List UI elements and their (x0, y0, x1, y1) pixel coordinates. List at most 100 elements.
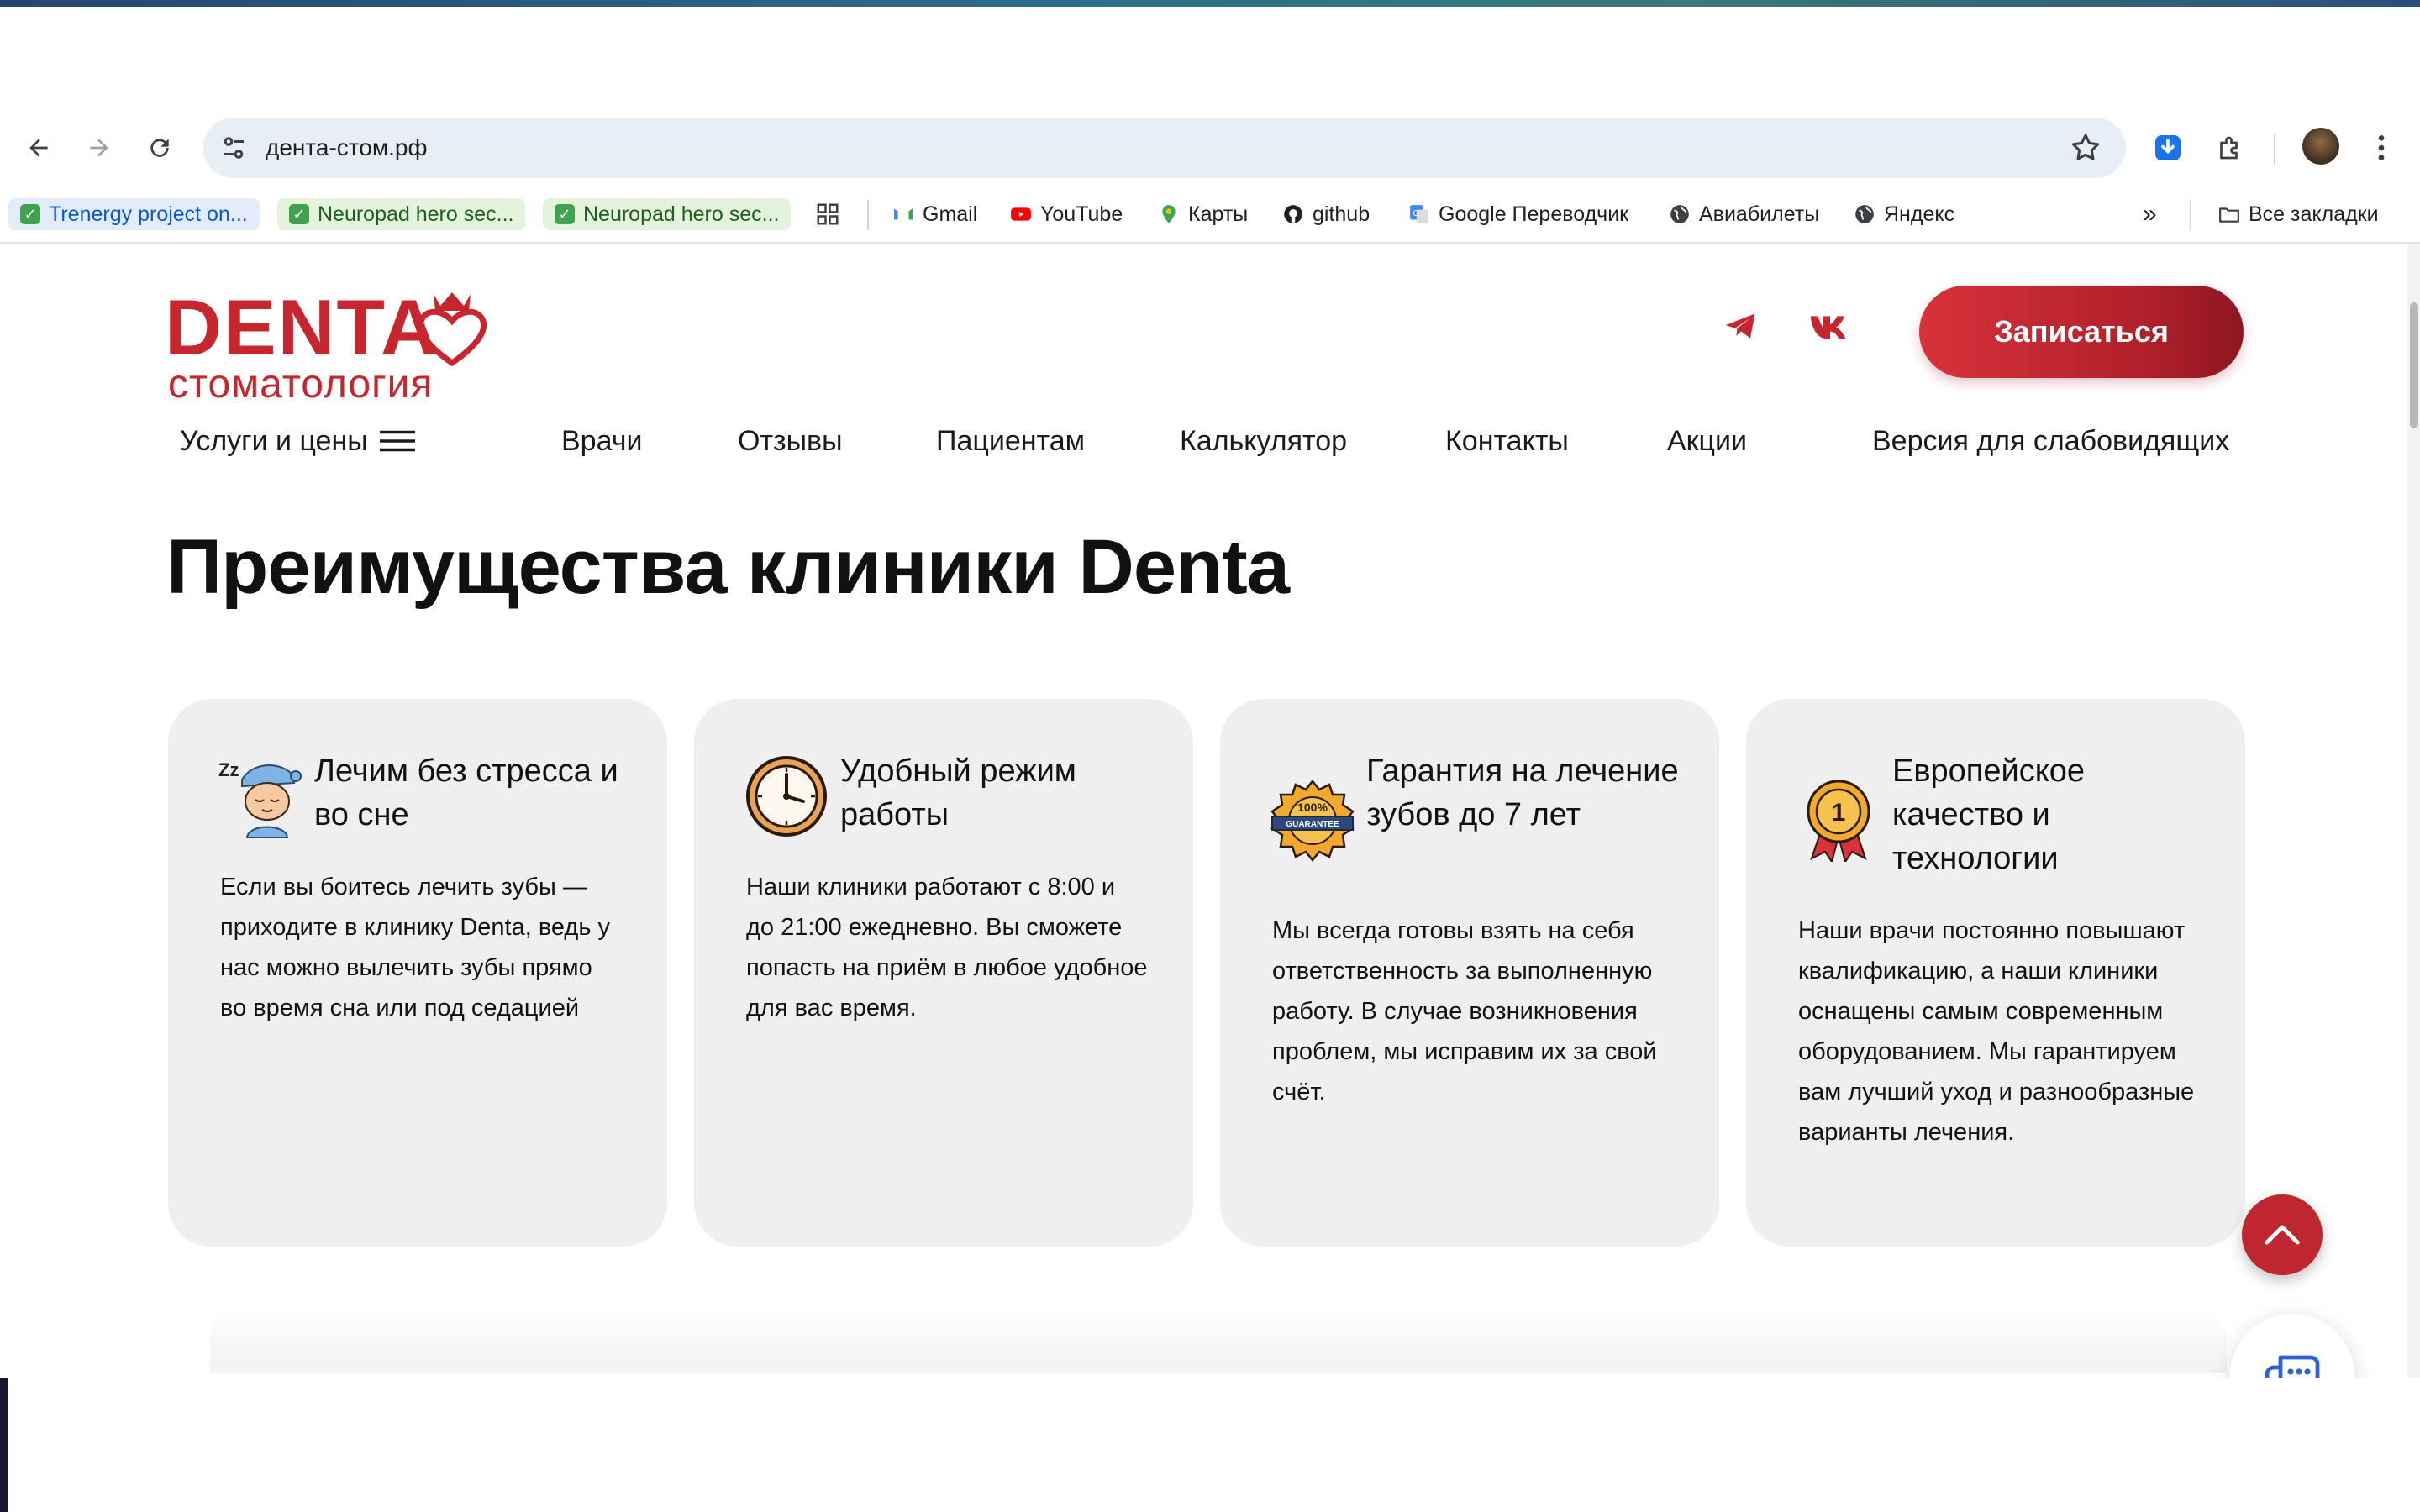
download-icon (2155, 135, 2181, 160)
bookmark-label: Яндекс (1884, 202, 1955, 226)
telegram-icon (1725, 313, 1755, 339)
telegram-link[interactable] (1718, 302, 1765, 349)
translate-icon: G (1410, 205, 1428, 223)
menu-services-label: Услуги и цены (180, 424, 368, 457)
chevron-up-icon (2265, 1225, 2300, 1245)
bookmark-label: Neuropad hero sec... (318, 202, 514, 226)
book-appointment-button[interactable]: Записаться (1919, 286, 2244, 378)
svg-text:G: G (1413, 209, 1419, 218)
youtube-icon (1011, 207, 1031, 221)
all-bookmarks-button[interactable]: Все закладки (2218, 198, 2379, 230)
menu-services[interactable]: Услуги и цены (180, 420, 415, 462)
apps-button[interactable] (815, 198, 840, 230)
bookmark-yandex[interactable]: Яндекс (1854, 198, 1954, 230)
url-text[interactable]: дента-стом.рф (266, 133, 428, 163)
desktop-edge (0, 1378, 8, 1512)
card-title: Лечим без стресса и во сне (314, 753, 618, 832)
bookmark-neuropad-2[interactable]: ✓ Neuropad hero sec... (543, 198, 792, 230)
clock-icon (746, 756, 827, 837)
forward-arrow-icon (90, 139, 108, 157)
vk-icon (1810, 316, 1846, 339)
bookmark-label: github (1313, 202, 1370, 226)
extensions-button[interactable] (2210, 124, 2250, 171)
card-text: Наши врачи постоянно повышают квалификац… (1798, 917, 2195, 1146)
browser-menu-button[interactable] (2361, 124, 2402, 171)
site-settings-icon[interactable] (218, 133, 249, 163)
vk-link[interactable] (1807, 302, 1854, 349)
address-bar[interactable]: дента-стом.рф (203, 118, 2126, 178)
bookmark-label: Google Переводчик (1439, 202, 1629, 226)
menu-reviews[interactable]: Отзывы (738, 420, 843, 462)
folder-icon (2219, 207, 2239, 223)
card-text: Наши клиники работают с 8:00 и до 21:00 … (746, 874, 1148, 1021)
download-extension[interactable] (2148, 124, 2188, 171)
bookmark-neuropad-1[interactable]: ✓ Neuropad hero sec... (277, 198, 526, 230)
card-title: Европейское качество и технологии (1892, 753, 2086, 876)
menu-calculator[interactable]: Калькулятор (1180, 420, 1347, 462)
card-text: Мы всегда готовы взять на себя ответстве… (1272, 917, 1657, 1105)
bookmark-youtube[interactable]: YouTube (1010, 198, 1123, 230)
back-arrow-icon (29, 139, 48, 157)
svg-text:Zz: Zz (218, 759, 239, 780)
reload-button[interactable] (139, 128, 180, 168)
site-logo[interactable]: DENTA стоматология (165, 286, 487, 412)
web-page: DENTA стоматология Записаться Услуги и ц… (0, 244, 2407, 1378)
desktop-top-strip (0, 0, 2420, 7)
toolbar-divider (2274, 134, 2275, 165)
check-icon: ✓ (20, 204, 40, 224)
medal-icon: 1 (1807, 780, 1870, 862)
hamburger-icon (379, 430, 415, 452)
bookmark-translate[interactable]: G Google Переводчик (1408, 198, 1628, 230)
crowned-heart-icon (417, 292, 487, 367)
chevrons-right-icon: » (2143, 200, 2157, 228)
bookmark-label: Авиабилеты (1699, 202, 1820, 226)
apps-grid-icon (817, 203, 839, 225)
section-divider-shadow (210, 1305, 2227, 1373)
browser-window: дента-стом.рф ✓ Trenergy project on... ✓… (0, 108, 2420, 1378)
below-window-area (0, 1378, 2420, 1512)
svg-text:1: 1 (1832, 799, 1846, 827)
advantage-card: Zz Лечим без стресса и во сне Если вы бо… (168, 699, 667, 1247)
bookmark-label: Trenergy project on... (49, 202, 248, 226)
bookmark-divider (867, 200, 869, 230)
card-title: Удобный режим работы (840, 753, 1076, 832)
card-title: Гарантия на лечение зубов до 7 лет (1366, 753, 1679, 832)
bookmark-trenergy[interactable]: ✓ Trenergy project on... (8, 198, 260, 230)
logo-subtitle: стоматология (168, 362, 434, 407)
bookmarks-overflow-button[interactable]: » (2143, 198, 2157, 230)
bookmark-label: Gmail (923, 202, 978, 226)
advantage-card: Удобный режим работы Наши клиники работа… (694, 699, 1193, 1247)
profile-avatar[interactable] (2302, 128, 2339, 165)
bookmark-gmail[interactable]: Gmail (892, 198, 977, 230)
sleeping-patient-icon: Zz (218, 759, 302, 838)
bookmark-label: Карты (1188, 202, 1249, 226)
scroll-to-top-button[interactable] (2242, 1194, 2323, 1275)
forward-button[interactable] (79, 128, 119, 168)
advantage-card: 100% GUARANTEE Гарантия на лечение зубов… (1220, 699, 1719, 1247)
menu-doctors[interactable]: Врачи (561, 420, 642, 462)
svg-text:GUARANTEE: GUARANTEE (1286, 820, 1339, 829)
bookmark-aviabilety[interactable]: Авиабилеты (1669, 198, 1819, 230)
menu-contacts[interactable]: Контакты (1445, 420, 1569, 462)
bookmark-maps[interactable]: Карты (1158, 198, 1248, 230)
bookmark-github[interactable]: github (1282, 198, 1370, 230)
chat-widget-button[interactable] (2230, 1314, 2354, 1378)
check-icon: ✓ (555, 204, 575, 224)
menu-accessibility[interactable]: Версия для слабовидящих (1872, 420, 2229, 462)
back-button[interactable] (18, 128, 59, 168)
chat-bubble-icon (2265, 1355, 2320, 1378)
puzzle-icon (2220, 136, 2238, 160)
menu-promotions[interactable]: Акции (1667, 420, 1747, 462)
check-icon: ✓ (289, 204, 309, 224)
all-bookmarks-label: Все закладки (2249, 202, 2379, 226)
kebab-menu-icon (2378, 135, 2385, 160)
maps-icon (1162, 205, 1176, 223)
gmail-icon (894, 208, 913, 220)
globe-icon (1855, 205, 1874, 223)
bookmark-star-icon[interactable] (2069, 131, 2102, 165)
advantage-card: 1 Европейское качество и технологии Наши… (1746, 699, 2245, 1247)
reload-icon (150, 139, 169, 157)
menu-patients[interactable]: Пациентам (936, 420, 1085, 462)
scrollbar-thumb[interactable] (2410, 302, 2418, 428)
bookmarks-bar: ✓ Trenergy project on... ✓ Neuropad hero… (0, 188, 2420, 244)
